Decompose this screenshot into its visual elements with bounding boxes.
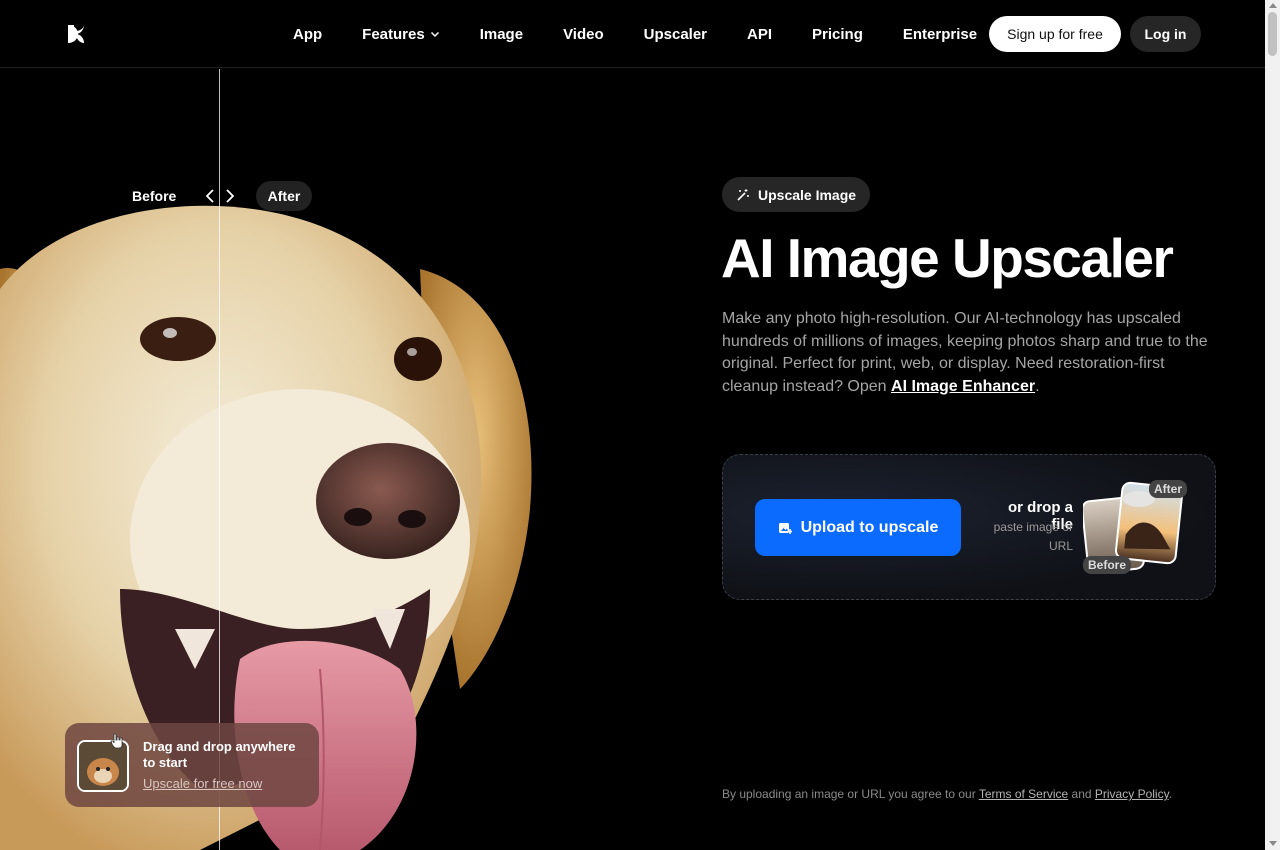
scrollbar[interactable]: [1265, 0, 1280, 850]
login-button[interactable]: Log in: [1130, 16, 1201, 52]
privacy-policy-link[interactable]: Privacy Policy: [1095, 787, 1169, 801]
nav-link-features[interactable]: Features: [362, 26, 440, 43]
nav-link-features-label: Features: [362, 25, 425, 43]
hand-cursor-icon: [110, 733, 123, 749]
paste-hint: paste image or URL: [993, 520, 1073, 553]
upload-dropzone[interactable]: Upload to upscale or drop a file paste i…: [722, 454, 1216, 600]
terms-of-service-link[interactable]: Terms of Service: [979, 787, 1068, 801]
nav-links: App Features Image Video Upscaler API Pr…: [293, 0, 1017, 68]
nav-link-pricing[interactable]: Pricing: [812, 26, 863, 43]
nav-link-enterprise[interactable]: Enterprise: [903, 26, 977, 43]
slider-arrows-icon[interactable]: [204, 188, 236, 204]
upload-button-label: Upload to upscale: [800, 518, 939, 536]
preview-after-tag: After: [1149, 480, 1188, 498]
upscale-image-tag: Upscale Image: [722, 177, 871, 212]
nav-link-upscaler[interactable]: Upscaler: [644, 26, 707, 43]
upscale-free-link[interactable]: Upscale for free now: [143, 776, 262, 791]
magic-wand-icon: [737, 188, 749, 201]
signup-button[interactable]: Sign up for free: [989, 16, 1121, 52]
before-label: Before: [132, 188, 177, 204]
terms-and: and: [1068, 787, 1095, 801]
after-label: After: [256, 181, 312, 211]
description-end: .: [1035, 377, 1040, 395]
top-nav: App Features Image Video Upscaler API Pr…: [0, 0, 1265, 68]
nav-link-app[interactable]: App: [293, 26, 322, 43]
scroll-down-arrow-icon[interactable]: [1269, 841, 1277, 846]
terms-prefix: By uploading an image or URL you agree t…: [722, 787, 979, 801]
page-description: Make any photo high-resolution. Our AI-t…: [722, 308, 1222, 398]
drag-drop-title: Drag and drop anywhere to start: [143, 739, 296, 770]
upscale-image-tag-label: Upscale Image: [758, 186, 857, 203]
page-title: AI Image Upscaler: [721, 227, 1174, 289]
dog-thumbnail-image: [79, 742, 127, 790]
image-add-icon: [778, 522, 792, 534]
nav-link-image[interactable]: Image: [480, 26, 523, 43]
upload-button[interactable]: Upload to upscale: [755, 499, 961, 556]
nav-link-api[interactable]: API: [747, 26, 772, 43]
scroll-up-arrow-icon[interactable]: [1269, 3, 1277, 8]
scrollbar-thumb[interactable]: [1268, 12, 1277, 56]
drag-drop-card[interactable]: Drag and drop anywhere to start Upscale …: [65, 723, 319, 807]
chevron-down-icon: [430, 31, 439, 38]
nav-link-video[interactable]: Video: [563, 26, 604, 43]
terms-notice: By uploading an image or URL you agree t…: [722, 787, 1172, 801]
ai-image-enhancer-link[interactable]: AI Image Enhancer: [891, 378, 1035, 395]
terms-suffix: .: [1168, 787, 1173, 801]
logo-icon[interactable]: [64, 22, 88, 46]
preview-before-tag: Before: [1083, 556, 1132, 574]
